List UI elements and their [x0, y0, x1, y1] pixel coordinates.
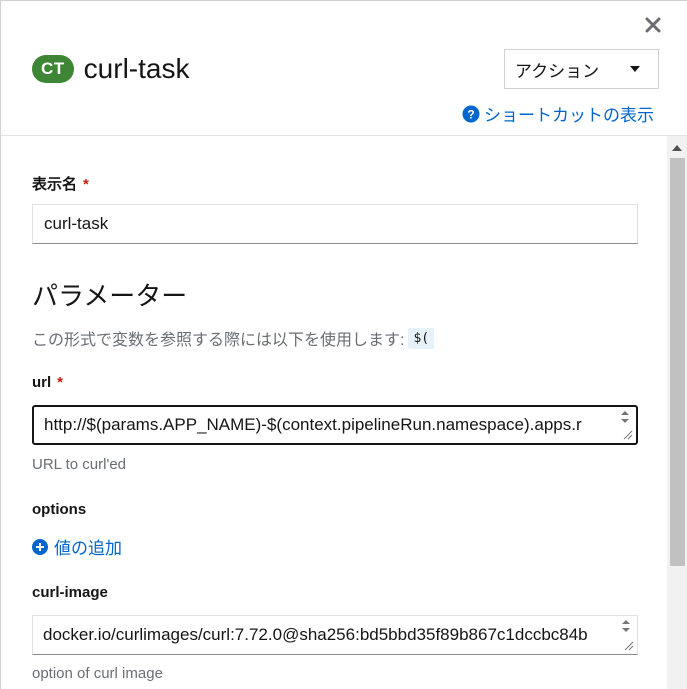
display-name-value: curl-task — [44, 214, 109, 233]
spinner-arrows-icon[interactable] — [620, 410, 630, 424]
params-code-chip: $( — [408, 327, 435, 349]
url-helper-text: URL to curl'ed — [32, 456, 127, 473]
actions-dropdown-label: アクション — [515, 61, 600, 81]
url-label: url * — [32, 374, 63, 391]
curl-image-label: curl-image — [32, 584, 108, 601]
required-mark: * — [57, 374, 64, 391]
resize-handle-icon[interactable] — [623, 430, 633, 440]
vertical-scrollbar[interactable] — [667, 136, 687, 689]
scrollbar-thumb[interactable] — [670, 158, 685, 566]
scroll-up-arrow-icon[interactable] — [672, 145, 682, 151]
caret-down-icon — [630, 66, 640, 72]
params-heading: パラメーター — [32, 281, 188, 311]
plus-circle-icon — [32, 538, 48, 555]
question-circle-icon: ? — [462, 105, 480, 122]
url-value: http://$(params.APP_NAME)-$(context.pipe… — [44, 415, 582, 434]
url-label-text: url — [32, 374, 52, 391]
options-label: options — [32, 501, 87, 518]
panel-header: CT curl-task — [32, 53, 189, 85]
page-title: curl-task — [83, 53, 190, 84]
curl-image-textarea[interactable]: docker.io/curlimages/curl:7.72.0@sha256:… — [32, 615, 638, 655]
display-name-label: 表示名 * — [32, 173, 89, 194]
svg-text:?: ? — [467, 107, 474, 121]
form-content: 表示名 * curl-task パラメーター この形式で変数を参照する際には以下を… — [1, 136, 667, 689]
add-value-label: 値の追加 — [54, 539, 122, 558]
actions-dropdown[interactable]: アクション — [504, 49, 659, 89]
curl-image-helper-text: option of curl image — [32, 665, 163, 682]
add-value-button[interactable]: 値の追加 — [32, 534, 122, 559]
close-icon[interactable] — [641, 13, 665, 37]
url-textarea[interactable]: http://$(params.APP_NAME)-$(context.pipe… — [32, 405, 638, 445]
curl-image-value: docker.io/curlimages/curl:7.72.0@sha256:… — [43, 625, 588, 644]
spinner-arrows-icon[interactable] — [621, 619, 631, 633]
display-name-label-text: 表示名 — [32, 176, 78, 193]
resize-handle-icon[interactable] — [624, 641, 634, 651]
params-help: この形式で変数を参照する際には以下を使用します: $( — [32, 326, 435, 350]
side-panel: CT curl-task アクション ? ショートカットの表示 表示名 * cur… — [0, 0, 687, 689]
params-help-text: この形式で変数を参照する際には以下を使用します: — [32, 332, 405, 349]
display-name-input[interactable]: curl-task — [32, 204, 638, 244]
show-shortcuts-label: ショートカットの表示 — [484, 106, 654, 125]
show-shortcuts-link[interactable]: ? ショートカットの表示 — [462, 101, 654, 126]
required-mark: * — [83, 176, 89, 193]
task-badge: CT — [32, 55, 74, 83]
